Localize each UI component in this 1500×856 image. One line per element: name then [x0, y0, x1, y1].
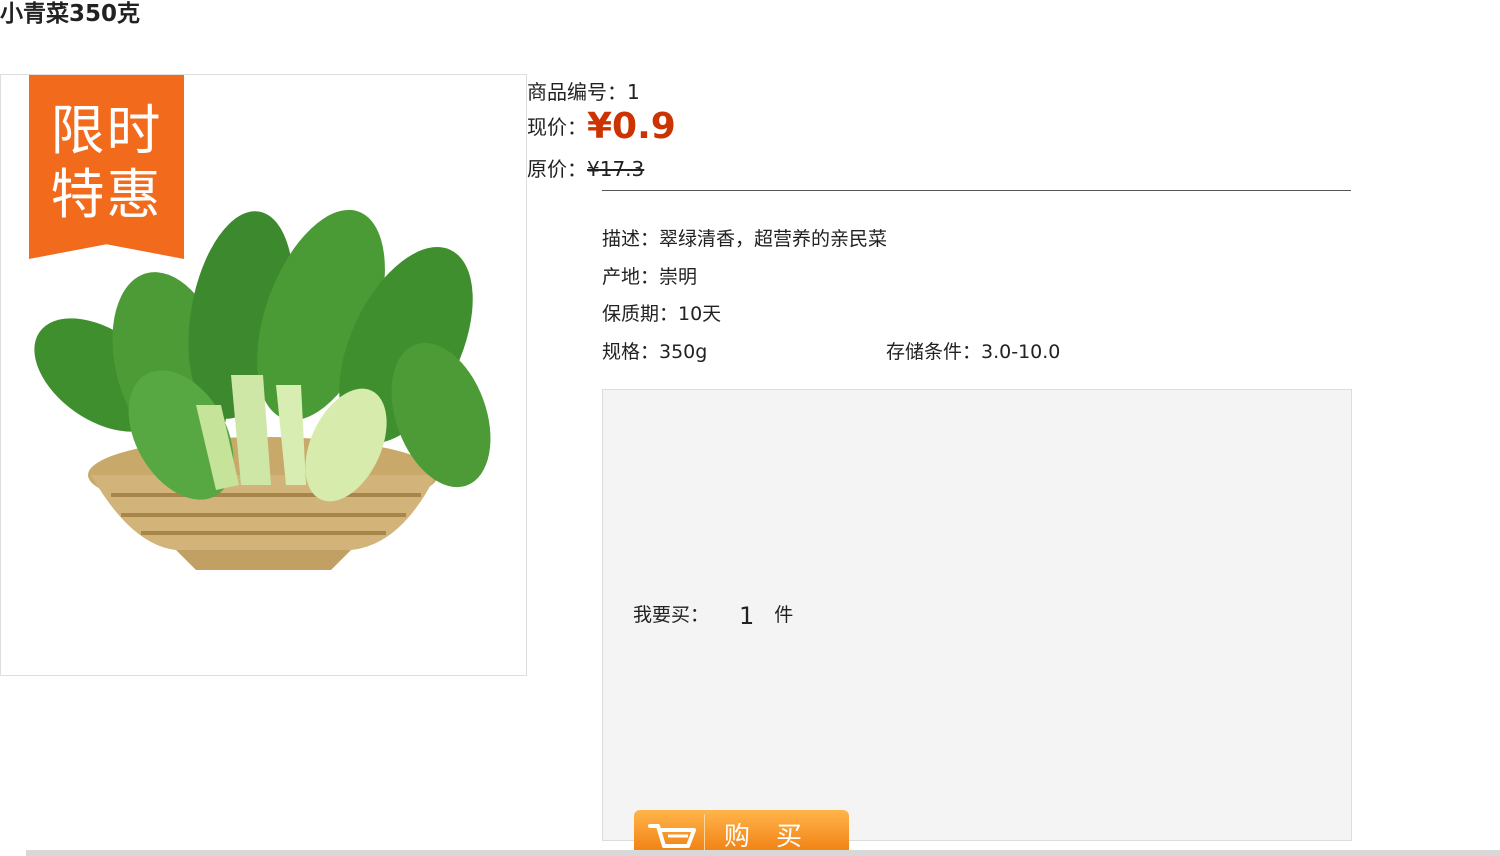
storage-text: 存储条件：3.0-10.0 [886, 341, 1061, 363]
original-price-label: 原价： [527, 157, 587, 181]
buy-button-label: 购买 [723, 822, 828, 852]
current-price-label: 现价： [527, 115, 587, 139]
quantity-unit: 件 [774, 604, 794, 626]
quantity-row: 我要买： 1 件 [633, 600, 793, 630]
product-image: 限时特惠 [0, 74, 527, 676]
product-detail-page: 小青菜350克 限时特惠 商品编号：1 现价：¥0.9 原价：¥17.3 描述：… [0, 0, 1500, 856]
original-price: ¥17.3 [587, 157, 645, 181]
horizontal-scrollbar[interactable] [26, 850, 1500, 856]
current-price-row: 现价：¥0.9 [527, 106, 676, 147]
purchase-panel: 我要买： 1 件 [602, 389, 1352, 841]
quantity-label: 我要买： [633, 604, 710, 626]
origin-text: 产地：崇明 [602, 266, 698, 288]
shelf-life-text: 保质期：10天 [602, 303, 722, 325]
product-code-row: 商品编号：1 [527, 76, 640, 105]
description-text: 描述：翠绿清香，超营养的亲民菜 [602, 228, 888, 250]
product-code: 1 [627, 80, 640, 104]
original-price-row: 原价：¥17.3 [527, 153, 644, 182]
divider [602, 190, 1351, 191]
current-price: ¥0.9 [587, 106, 676, 147]
product-code-label: 商品编号： [527, 80, 627, 104]
quantity-input[interactable]: 1 [739, 602, 754, 630]
product-title: 小青菜350克 [0, 1, 141, 27]
spec-text: 规格：350g [602, 341, 708, 363]
vegetable-basket-image [34, 209, 491, 570]
